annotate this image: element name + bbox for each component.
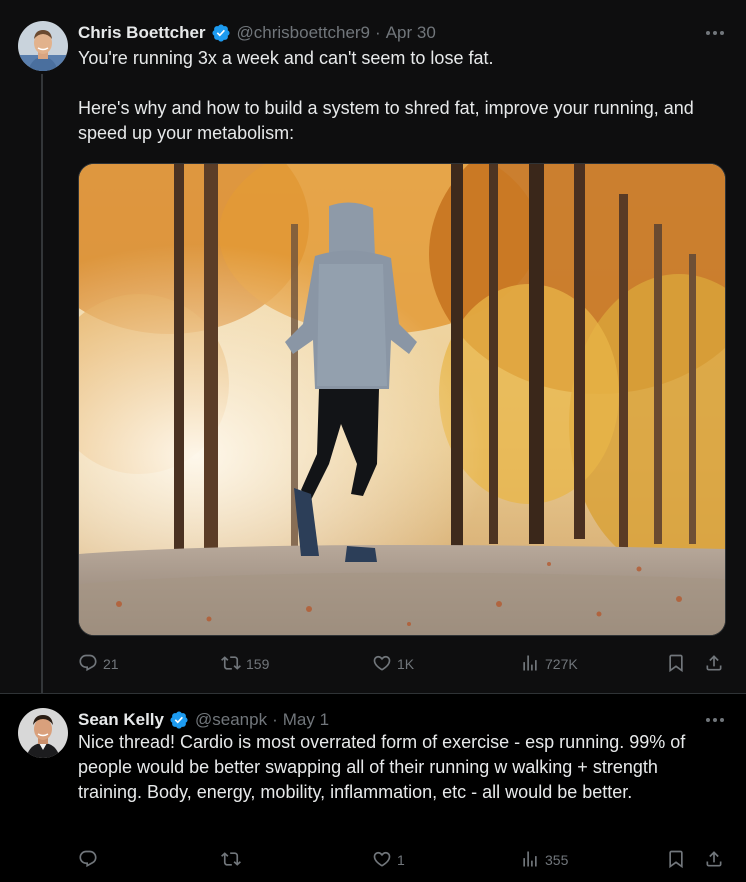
author-name[interactable]: Chris Boettcher [78,23,206,43]
views-count: 355 [545,852,569,868]
author-name[interactable]: Sean Kelly [78,710,164,730]
tweet-image-runner-autumn[interactable] [78,163,726,636]
thread-connector-line [41,74,43,694]
views-button[interactable]: 355 [520,849,568,872]
reply-icon [78,653,98,676]
separator-dot: · [375,23,381,42]
tweet-original[interactable]: Chris Boettcher @chrisboettcher9 · Apr 3… [0,0,746,694]
like-count: 1K [397,656,415,672]
like-button[interactable]: 1 [372,849,405,872]
share-button[interactable] [704,849,724,872]
like-icon [372,849,392,872]
reply-icon [78,849,98,872]
tweet-actions: 21 159 1K 727K [78,652,728,676]
author-handle[interactable]: @seanpk [195,710,267,730]
verified-badge-icon [169,710,189,730]
tweet-text: Nice thread! Cardio is most overrated fo… [78,732,691,802]
share-icon [704,849,724,872]
views-button[interactable]: 727K [520,653,578,676]
like-icon [372,653,392,676]
views-icon [520,849,540,872]
bookmark-button[interactable] [666,653,686,676]
views-count: 727K [545,656,578,672]
views-icon [520,653,540,676]
retweet-count: 159 [246,656,270,672]
separator-dot: · [272,710,278,729]
reply-button[interactable]: 21 [78,653,119,676]
share-icon [704,653,724,676]
like-count: 1 [397,852,405,868]
tweet-date[interactable]: Apr 30 [386,23,436,43]
reply-count: 21 [103,656,119,672]
retweet-button[interactable]: 159 [221,653,269,676]
tweet-date[interactable]: May 1 [283,710,329,730]
share-button[interactable] [704,653,724,676]
tweet-header: Sean Kelly @seanpk · May 1 [78,708,329,732]
tweet-header: Chris Boettcher @chrisboettcher9 · Apr 3… [78,21,436,45]
avatar-chris[interactable] [18,21,68,71]
retweet-icon [221,849,241,872]
tweet-actions: 1 355 [78,848,728,872]
author-handle[interactable]: @chrisboettcher9 [237,23,371,43]
retweet-button[interactable] [221,849,246,872]
avatar-sean[interactable] [18,708,68,758]
more-icon[interactable] [700,708,730,732]
verified-badge-icon [211,23,231,43]
more-icon[interactable] [700,21,730,45]
reply-button[interactable] [78,849,103,872]
like-button[interactable]: 1K [372,653,414,676]
retweet-icon [221,653,241,676]
bookmark-icon [666,653,686,676]
bookmark-icon [666,849,686,872]
bookmark-button[interactable] [666,849,686,872]
tweet-text: You're running 3x a week and can't seem … [78,48,694,143]
